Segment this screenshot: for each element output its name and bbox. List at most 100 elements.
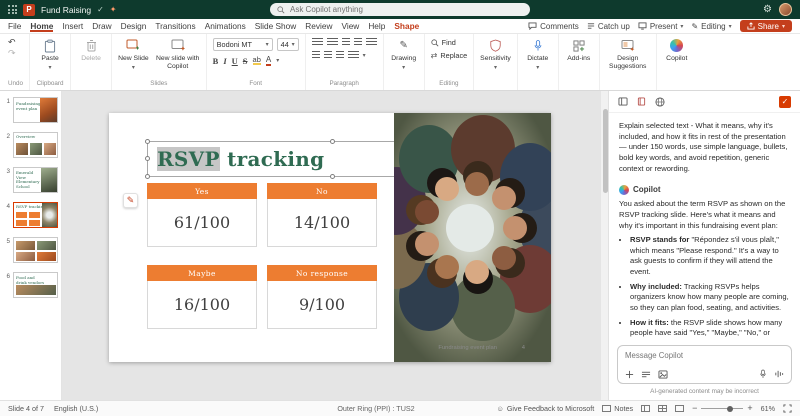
- font-name-select[interactable]: Bodoni MT ▾: [213, 38, 273, 51]
- find-button[interactable]: Find: [431, 38, 467, 47]
- avatar[interactable]: [779, 3, 792, 16]
- menu-tab-help[interactable]: Help: [368, 21, 385, 31]
- slide-thumbnail-6[interactable]: 6 Food and drink vendors: [0, 272, 61, 298]
- more-font-options-icon[interactable]: ▾: [276, 57, 279, 64]
- slide-thumbnail-2[interactable]: 2 Overview: [0, 132, 61, 158]
- catch-up-button[interactable]: Catch up: [587, 22, 630, 31]
- menu-tab-transitions[interactable]: Transitions: [155, 21, 195, 31]
- resize-handle[interactable]: [330, 174, 335, 179]
- rsvp-table[interactable]: Yes 61/100 No 14/100 Maybe 16/100 No res…: [147, 183, 377, 329]
- bold-button[interactable]: B: [213, 56, 219, 66]
- share-button[interactable]: Share ▾: [740, 20, 792, 32]
- normal-view-button[interactable]: [641, 405, 650, 412]
- prompt-library-icon[interactable]: [641, 370, 651, 379]
- language-indicator[interactable]: English (U.S.): [54, 404, 98, 413]
- slide-sorter-view-button[interactable]: [658, 405, 667, 412]
- inline-pen-floatie[interactable]: ✎: [123, 193, 138, 208]
- align-right-button[interactable]: [336, 51, 344, 60]
- zoom-slider-knob[interactable]: [727, 406, 733, 412]
- feedback-link[interactable]: ☺ Give Feedback to Microsoft: [496, 404, 594, 413]
- align-center-button[interactable]: [324, 51, 332, 60]
- resize-handle[interactable]: [145, 174, 150, 179]
- dictate-button[interactable]: Dictate ▾: [524, 38, 552, 72]
- highlight-color-button[interactable]: ab: [253, 56, 261, 66]
- zoom-out-button[interactable]: −: [692, 404, 697, 413]
- mic-icon[interactable]: [759, 369, 767, 379]
- justify-button[interactable]: [348, 51, 359, 60]
- present-button[interactable]: Present ▾: [638, 22, 684, 31]
- slide-thumbnail-1[interactable]: 1 Fundraising event plan: [0, 97, 61, 123]
- delete-button[interactable]: Delete: [77, 38, 105, 63]
- more-paragraph-options-icon[interactable]: ▾: [363, 52, 366, 59]
- zoom-percentage[interactable]: 61%: [761, 404, 775, 413]
- zoom-slider[interactable]: [701, 408, 743, 409]
- menu-tab-design[interactable]: Design: [121, 21, 147, 31]
- paste-button[interactable]: Paste ▾: [36, 38, 64, 72]
- slide-counter[interactable]: Slide 4 of 7: [8, 404, 44, 413]
- align-left-button[interactable]: [312, 51, 320, 60]
- numbering-button[interactable]: [327, 38, 338, 47]
- menu-tab-animations[interactable]: Animations: [205, 21, 246, 31]
- italic-button[interactable]: I: [223, 56, 226, 66]
- zoom-in-button[interactable]: +: [747, 404, 752, 413]
- message-copilot-input[interactable]: Message Copilot: [617, 345, 792, 384]
- menu-tab-review[interactable]: Review: [305, 21, 332, 31]
- table-cell-no-response[interactable]: No response 9/100: [267, 265, 377, 329]
- image-icon[interactable]: [658, 370, 668, 379]
- slide-4[interactable]: RSVP tracking ✎ Yes 61/100 No 14/100 May…: [109, 113, 551, 362]
- table-cell-yes[interactable]: Yes 61/100: [147, 183, 257, 247]
- reading-view-button[interactable]: [675, 405, 684, 412]
- powerpoint-icon[interactable]: P: [23, 4, 35, 16]
- search-input[interactable]: Ask Copilot anything: [270, 3, 530, 16]
- replace-button[interactable]: ⇄ Replace: [431, 51, 467, 60]
- font-size-select[interactable]: 44 ▾: [277, 38, 299, 51]
- copilot-spark-icon[interactable]: ✦: [110, 5, 117, 14]
- underline-button[interactable]: U: [232, 56, 238, 66]
- redo-button[interactable]: ↷: [8, 49, 16, 58]
- document-title[interactable]: Fund Raising: [41, 5, 91, 15]
- menu-tab-shape[interactable]: Shape: [394, 21, 419, 31]
- design-suggestions-button[interactable]: ✦ Design Suggestions: [606, 38, 650, 71]
- slide-thumbnail-3[interactable]: 3 Emerald View Elementary School: [0, 167, 61, 193]
- slide-thumbnail-5[interactable]: 5: [0, 237, 61, 263]
- app-launcher-icon[interactable]: [8, 5, 17, 14]
- scrollbar-thumb[interactable]: [603, 109, 608, 193]
- canvas-scrollbar[interactable]: [600, 91, 608, 400]
- settings-gear-icon[interactable]: ⚙: [763, 5, 772, 15]
- font-color-button[interactable]: A: [266, 56, 271, 66]
- huddle-photo[interactable]: [394, 113, 551, 362]
- sensitivity-button[interactable]: Sensitivity ▾: [480, 38, 511, 72]
- slide-title[interactable]: RSVP tracking: [157, 147, 324, 171]
- line-spacing-button[interactable]: [366, 38, 377, 47]
- menu-tab-file[interactable]: File: [8, 21, 21, 31]
- new-slide-copilot-button[interactable]: ✦ New slide with Copilot: [156, 38, 200, 71]
- indent-increase-button[interactable]: [354, 38, 362, 47]
- selected-text[interactable]: RSVP: [157, 147, 220, 171]
- undo-button[interactable]: ↶: [8, 38, 16, 47]
- resize-handle[interactable]: [330, 139, 335, 144]
- menu-tab-slideshow[interactable]: Slide Show: [255, 21, 297, 31]
- table-cell-no[interactable]: No 14/100: [267, 183, 377, 247]
- editing-mode-button[interactable]: ✎ Editing ▾: [691, 22, 731, 31]
- resize-handle[interactable]: [145, 139, 150, 144]
- strikethrough-button[interactable]: S: [243, 56, 248, 66]
- voice-wave-icon[interactable]: [774, 369, 784, 379]
- plus-icon[interactable]: [625, 370, 634, 379]
- menu-tab-home[interactable]: Home: [30, 21, 53, 32]
- menu-tab-insert[interactable]: Insert: [62, 21, 83, 31]
- bullets-button[interactable]: [312, 38, 323, 47]
- slide-thumbnail-4-selected[interactable]: 4 RSVP tracking: [0, 202, 61, 228]
- drawing-button[interactable]: ✎ Drawing ▾: [390, 38, 418, 72]
- menu-tab-draw[interactable]: Draw: [92, 21, 111, 31]
- table-cell-maybe[interactable]: Maybe 16/100: [147, 265, 257, 329]
- globe-icon[interactable]: [655, 97, 665, 107]
- pane-toggle-icon[interactable]: [618, 97, 628, 106]
- tasks-complete-badge[interactable]: ✓: [779, 96, 791, 108]
- new-slide-button[interactable]: New Slide ▾: [118, 38, 149, 72]
- comments-button[interactable]: Comments: [528, 22, 579, 31]
- indent-decrease-button[interactable]: [342, 38, 350, 47]
- resize-handle[interactable]: [145, 156, 150, 161]
- copilot-button[interactable]: Copilot: [663, 38, 691, 63]
- notebook-icon[interactable]: [637, 97, 646, 106]
- fit-to-window-icon[interactable]: [783, 404, 792, 413]
